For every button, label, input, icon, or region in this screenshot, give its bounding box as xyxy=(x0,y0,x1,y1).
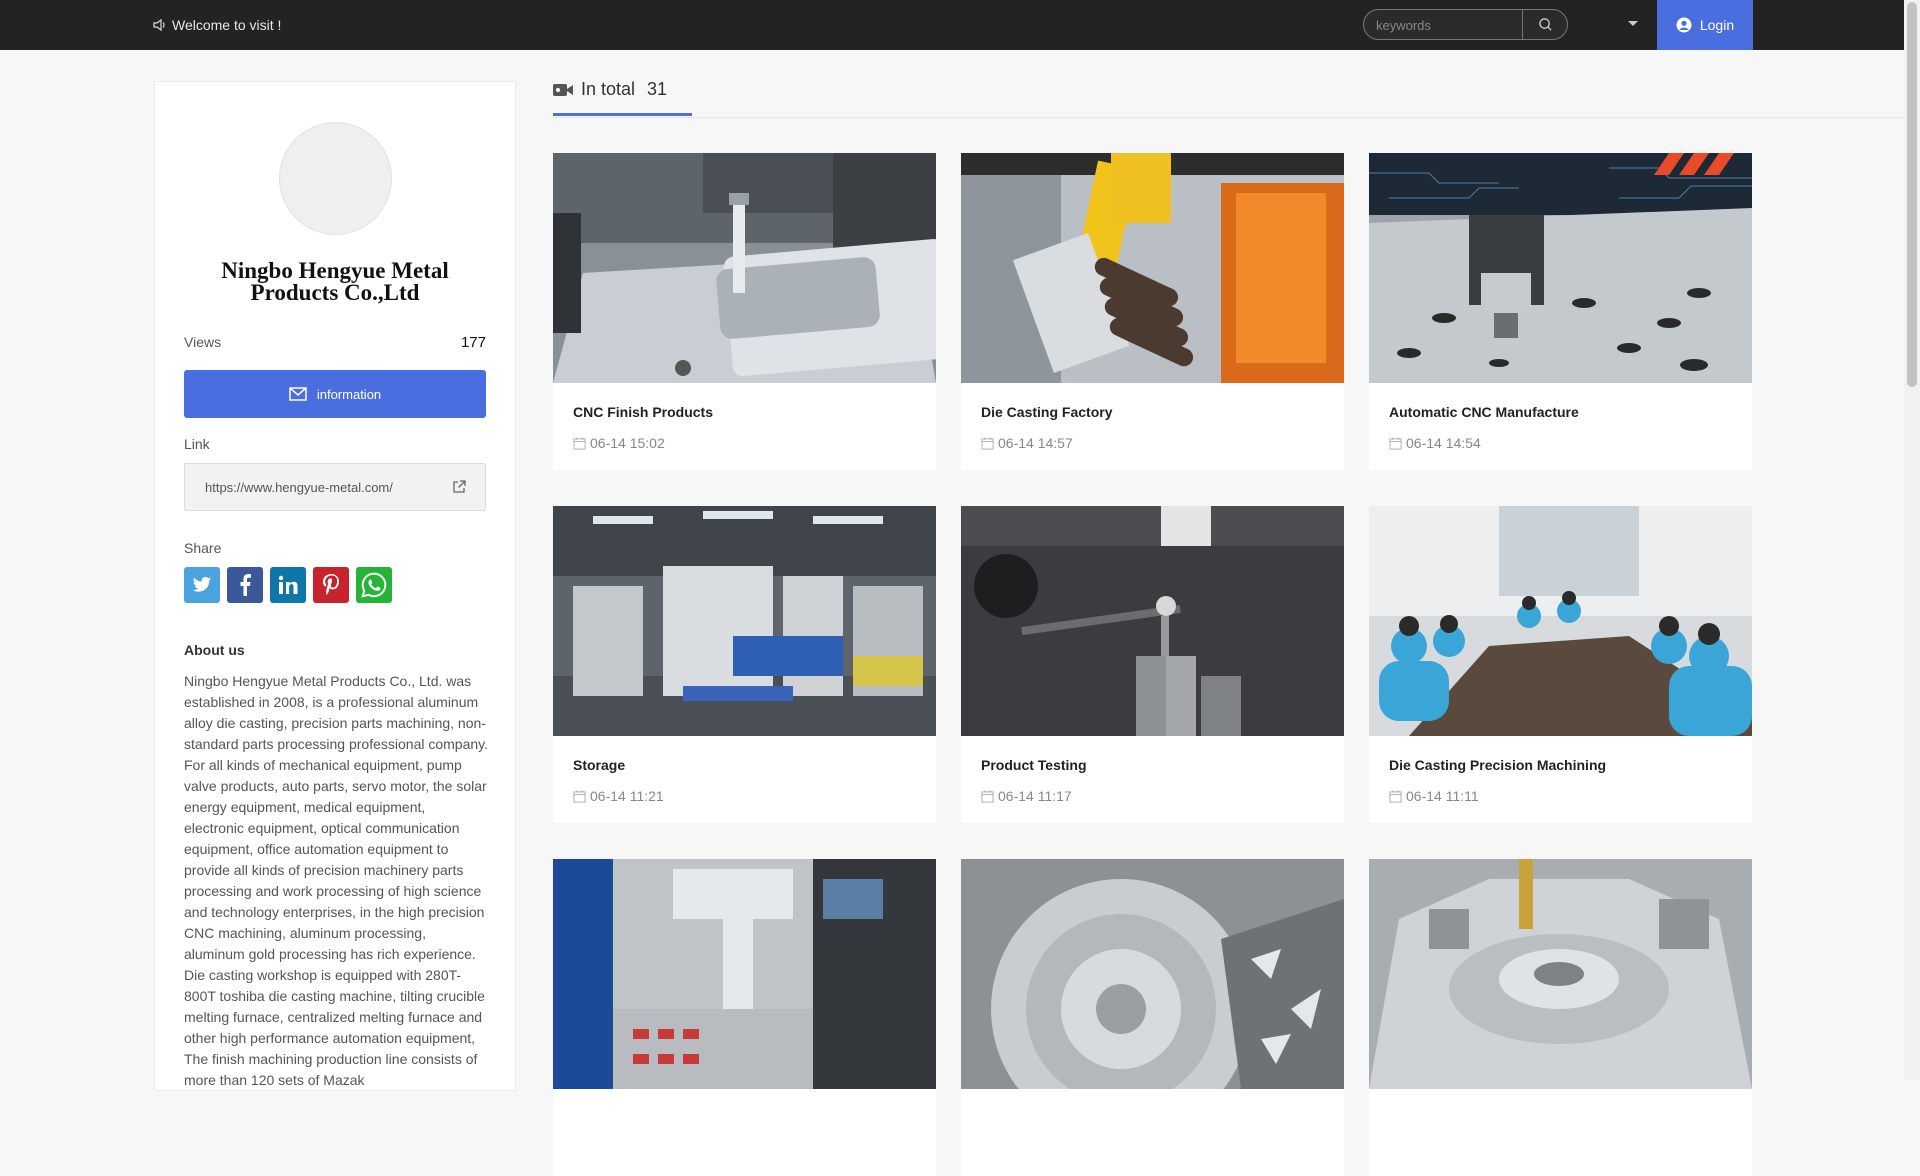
linkedin-share-button[interactable] xyxy=(270,567,306,603)
video-card[interactable]: Storage 06-14 11:21 xyxy=(553,506,936,823)
video-date-text: 06-14 11:11 xyxy=(1406,788,1479,804)
die-casting-factory-thumbnail xyxy=(961,153,1344,383)
video-date-text: 06-14 14:54 xyxy=(1406,435,1481,451)
pinterest-icon xyxy=(323,574,339,596)
whatsapp-share-button[interactable] xyxy=(356,567,392,603)
login-label: Login xyxy=(1699,17,1735,33)
video-title[interactable]: Die Casting Factory xyxy=(981,404,1112,420)
video-card[interactable]: CNC Finish Products 06-14 15:02 xyxy=(553,153,936,470)
video-date: 06-14 11:11 xyxy=(1389,788,1479,804)
video-date: 06-14 14:54 xyxy=(1389,435,1481,451)
tab-count: 31 xyxy=(647,79,668,99)
video-date-text: 06-14 11:17 xyxy=(998,788,1072,804)
video-date-text: 06-14 11:21 xyxy=(590,788,664,804)
calendar-icon xyxy=(981,436,994,450)
video-card[interactable]: Automatic CNC Manufacture 06-14 14:54 xyxy=(1369,153,1752,470)
video-thumbnail[interactable] xyxy=(1369,153,1752,383)
calendar-icon xyxy=(1389,436,1402,450)
welcome-text: Welcome to visit ! xyxy=(172,17,282,33)
video-card[interactable] xyxy=(1369,859,1752,1176)
facebook-share-button[interactable] xyxy=(227,567,263,603)
about-text: Ningbo Hengyue Metal Products Co., Ltd. … xyxy=(184,673,489,1088)
calendar-icon xyxy=(981,789,994,803)
video-date: 06-14 11:17 xyxy=(981,788,1072,804)
profile-sidebar: Ningbo Hengyue Metal Products Co.,Ltd Vi… xyxy=(154,81,516,1091)
video-thumbnail[interactable] xyxy=(961,859,1344,1089)
video-date: 06-14 15:02 xyxy=(573,435,665,451)
video-thumbnail[interactable] xyxy=(961,506,1344,736)
video-card[interactable]: Die Casting Factory 06-14 14:57 xyxy=(961,153,1344,470)
tab-videos-total[interactable]: In total 31 xyxy=(553,75,692,116)
scroll-thumb[interactable] xyxy=(1907,2,1917,387)
welcome-message: Welcome to visit ! xyxy=(152,0,281,50)
cnc-finish-thumbnail xyxy=(553,153,936,383)
information-label: information xyxy=(316,386,382,402)
video-thumbnail[interactable] xyxy=(553,153,936,383)
video-camera-icon xyxy=(553,84,573,96)
mail-icon xyxy=(289,387,307,401)
twitter-share-button[interactable] xyxy=(184,567,220,603)
calendar-icon xyxy=(573,789,586,803)
video-thumbnail[interactable] xyxy=(961,153,1344,383)
link-url[interactable]: https://www.hengyue-metal.com/ xyxy=(205,480,393,495)
video-card[interactable] xyxy=(553,859,936,1176)
share-buttons xyxy=(184,567,392,603)
video-thumbnail[interactable] xyxy=(553,859,936,1089)
video-title[interactable]: Automatic CNC Manufacture xyxy=(1389,404,1579,420)
calendar-icon xyxy=(1389,789,1402,803)
language-dropdown-caret[interactable] xyxy=(1628,21,1638,26)
video-date: 06-14 14:57 xyxy=(981,435,1073,451)
twitter-icon xyxy=(192,576,212,592)
search-button[interactable] xyxy=(1522,10,1567,39)
video-title[interactable]: CNC Finish Products xyxy=(573,404,713,420)
information-button[interactable]: information xyxy=(184,370,486,418)
video-card[interactable]: Product Testing 06-14 11:17 xyxy=(961,506,1344,823)
tab-label: In total xyxy=(581,79,636,99)
turning-thumbnail xyxy=(961,859,1344,1089)
company-name: Ningbo Hengyue Metal Products Co.,Ltd xyxy=(221,258,449,305)
search-input[interactable] xyxy=(1374,10,1523,41)
video-card[interactable] xyxy=(961,859,1344,1176)
views-label: Views xyxy=(184,334,222,350)
robot-arm-thumbnail xyxy=(553,859,936,1089)
video-tab-bar: In total 31 xyxy=(553,75,1904,118)
video-date-text: 06-14 15:02 xyxy=(590,435,665,451)
whatsapp-icon xyxy=(361,572,387,598)
video-card[interactable]: Die Casting Precision Machining 06-14 11… xyxy=(1369,506,1752,823)
link-label: Link xyxy=(184,436,210,452)
calendar-icon xyxy=(573,436,586,450)
video-thumbnail[interactable] xyxy=(1369,859,1752,1089)
login-button[interactable]: Login xyxy=(1657,0,1753,50)
search-box xyxy=(1363,9,1568,41)
storage-thumbnail xyxy=(553,506,936,736)
milling-thumbnail xyxy=(1369,859,1752,1089)
facebook-icon xyxy=(240,574,251,596)
page-scrollbar[interactable] xyxy=(1904,0,1920,1080)
video-title[interactable]: Die Casting Precision Machining xyxy=(1389,757,1606,773)
link-box: https://www.hengyue-metal.com/ xyxy=(184,463,486,511)
linkedin-icon xyxy=(278,575,298,594)
share-label: Share xyxy=(184,540,222,556)
video-date-text: 06-14 14:57 xyxy=(998,435,1073,451)
external-link-icon[interactable] xyxy=(451,479,467,495)
video-title[interactable]: Storage xyxy=(573,757,625,773)
video-thumbnail[interactable] xyxy=(553,506,936,736)
video-thumbnail[interactable] xyxy=(1369,506,1752,736)
meeting-thumbnail xyxy=(1369,506,1752,736)
speaker-icon xyxy=(153,18,165,32)
user-icon xyxy=(1676,17,1692,33)
about-title: About us xyxy=(184,642,245,658)
video-date: 06-14 11:21 xyxy=(573,788,664,804)
top-bar: Welcome to visit ! Login xyxy=(0,0,1904,50)
search-icon xyxy=(1538,18,1552,31)
video-title[interactable]: Product Testing xyxy=(981,757,1087,773)
product-testing-thumbnail xyxy=(961,506,1344,736)
automatic-cnc-thumbnail xyxy=(1369,153,1752,383)
avatar xyxy=(279,122,392,235)
views-count: 177 xyxy=(460,334,486,351)
pinterest-share-button[interactable] xyxy=(313,567,349,603)
